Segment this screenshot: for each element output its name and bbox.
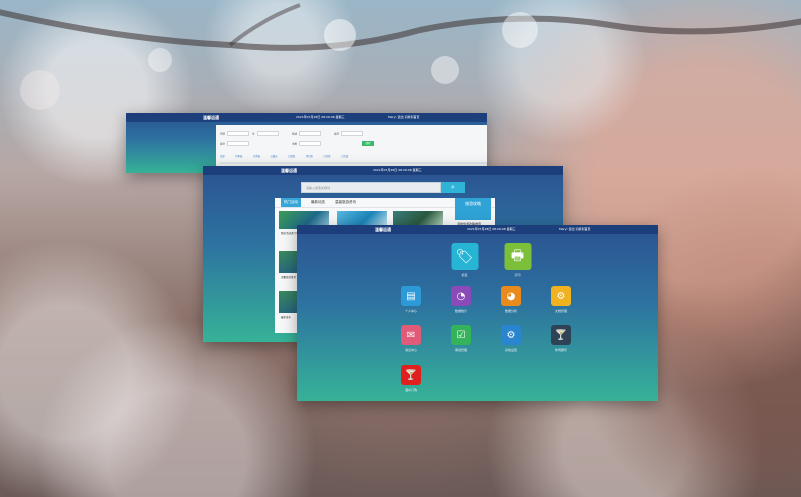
date-field[interactable]: 日期 (220, 131, 250, 136)
user-links[interactable]: Mary! 退出 切换到首页 (559, 225, 591, 234)
document-settings-icon[interactable]: ⚙ (551, 286, 571, 306)
printer-icon[interactable]: 🖶 (504, 243, 531, 270)
date-to-field[interactable]: 至 (252, 131, 279, 136)
tab-travel[interactable]: 温馨旅游资讯 (335, 198, 356, 207)
tab-approved[interactable]: 已通过 (271, 155, 278, 158)
news-caption[interactable]: 温馨旅游推荐 (281, 275, 296, 279)
news-caption[interactable]: 最新发布 (281, 315, 291, 319)
window-dashboard: 温馨运通 2021年07月28日 08:26:08 星期三 Mary! 退出 切… (297, 225, 658, 401)
news-caption[interactable]: 精彩活动进行中 (281, 231, 299, 235)
cocktail-icon[interactable]: 🍸 (401, 365, 421, 385)
status-tabs: 全部 待审核 已审核 已通过 已驳回 待付款 已付款 已完成 (220, 154, 487, 158)
app-title: 温馨运通 (375, 227, 391, 232)
app-label: 文档管理 (554, 309, 567, 313)
window-header: 温馨运通 2021年07月28日 08:26:08 星期三 Mary! 退出 切… (297, 225, 658, 234)
tab-pending[interactable]: 待审核 (235, 155, 242, 158)
search-button[interactable]: 搜索 (362, 141, 374, 146)
tab-all[interactable]: 全部 (220, 155, 225, 158)
search-input[interactable]: 请输入搜索关键词 (301, 182, 441, 193)
tab-latest[interactable]: 最新动态 (311, 198, 325, 207)
route-field[interactable]: 路线 (292, 131, 322, 136)
search-icon[interactable]: ⌕ (441, 182, 465, 193)
tab-reviewed[interactable]: 已审核 (253, 155, 260, 158)
tab-unpaid[interactable]: 待付款 (306, 155, 313, 158)
window-header: 温馨运通 2021年07月28日 08:26:08 星期三 (203, 166, 563, 175)
tab-rejected[interactable]: 已驳回 (288, 155, 295, 158)
drink-icon[interactable]: 🍸 (551, 325, 571, 345)
app-title: 温馨运通 (281, 168, 297, 173)
promo-card[interactable]: 旅游攻略 (455, 198, 491, 220)
datetime: 2021年07月28日 08:26:08 星期三 (373, 168, 422, 172)
user-links[interactable]: Mary! 退出 切换到首页 (388, 113, 420, 122)
tab-paid[interactable]: 已付款 (324, 155, 331, 158)
tab-hot[interactable]: 热门活动 (281, 198, 301, 207)
amount-field[interactable]: 金额 (292, 141, 322, 146)
tab-completed[interactable]: 已完成 (341, 155, 348, 158)
background-branch (0, 3, 801, 110)
type-field[interactable]: 类型 (334, 131, 364, 136)
app-tile[interactable]: 🍸 酒水订购 (368, 365, 454, 401)
app-label: 打印 (514, 273, 521, 277)
datetime: 2021年07月28日 08:26:08 星期三 (296, 115, 345, 119)
province-field[interactable]: 省份 (220, 141, 250, 146)
app-tile[interactable]: 🍸 休闲娱乐 (518, 325, 604, 375)
window-header: 温馨运通 2021年07月28日 08:26:08 星期三 Mary! 退出 切… (126, 113, 487, 122)
datetime: 2021年07月28日 08:26:08 星期三 (467, 227, 516, 231)
app-label: 酒水订购 (404, 388, 417, 392)
app-label: 休闲娱乐 (554, 348, 567, 352)
window-query: 温馨运通 2021年07月28日 08:26:08 星期三 Mary! 退出 切… (126, 113, 487, 173)
app-title: 温馨运通 (203, 115, 219, 120)
table-row[interactable] (220, 162, 487, 164)
